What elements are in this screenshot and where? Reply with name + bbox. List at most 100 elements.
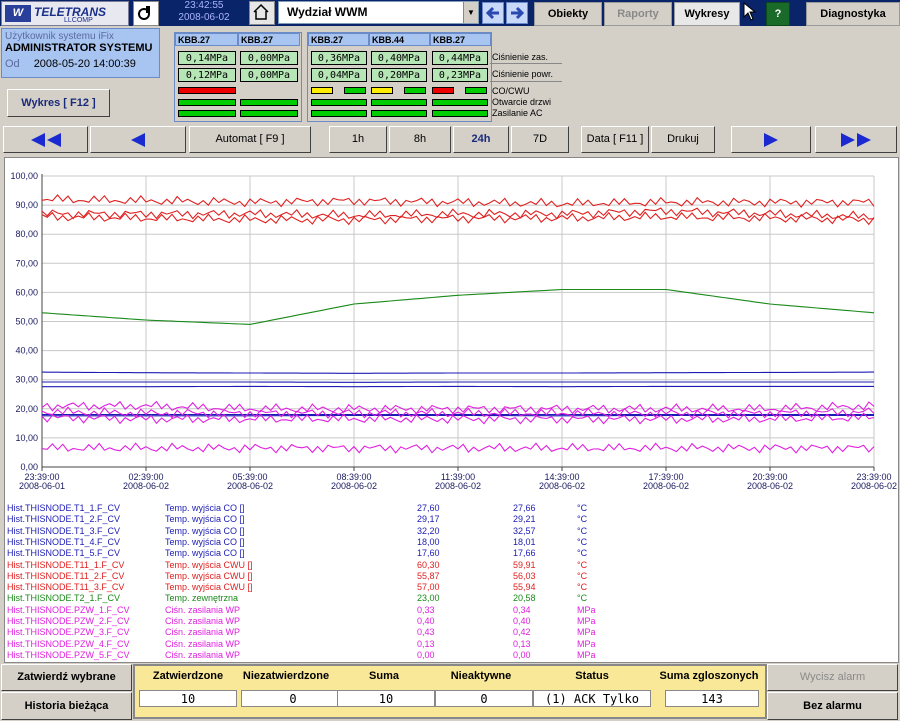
lock-button[interactable] bbox=[133, 1, 159, 26]
chart-button[interactable]: Wykres [ F12 ] bbox=[7, 89, 110, 117]
no-alarm-button[interactable]: Bez alarmu bbox=[767, 692, 898, 720]
supply-pressure-value: 0,40MPa bbox=[371, 51, 427, 65]
legend-tag: Hist.THISNODE.T11_3.F_CV bbox=[7, 582, 125, 593]
legend-value-1: 0,43 bbox=[417, 627, 435, 638]
legend-description: Ciśn. zasilania WP bbox=[165, 604, 241, 615]
user-name: ADMINISTRATOR SYSTEMU bbox=[5, 42, 153, 54]
chevron-down-icon: ▼ bbox=[463, 2, 478, 23]
trend-chart[interactable]: 0,00 10,00 20,00 30,00 40,00 50,00 60,00 70,00 8… bbox=[4, 157, 899, 499]
sum-count: 10 bbox=[337, 690, 435, 707]
legend-tag: Hist.THISNODE.PZW_4.F_CV bbox=[7, 638, 130, 649]
legend-value-2: 18,01 bbox=[513, 536, 536, 547]
x-tick-date: 2008-06-02 bbox=[435, 481, 481, 491]
row-label: Zasilanie AC bbox=[492, 108, 543, 118]
return-pressure-value: 0,12MPa bbox=[178, 68, 236, 82]
arrow-left-icon bbox=[131, 133, 145, 147]
since-label: Od bbox=[5, 58, 20, 70]
legend-description: Temp. wyjścia CO [] bbox=[165, 503, 245, 513]
trend-chart-svg: 0,00 10,00 20,00 30,00 40,00 50,00 60,00 70,00 8… bbox=[10, 171, 897, 491]
legend-value-1: 0,33 bbox=[417, 604, 435, 615]
kbb-name: KBB.27 bbox=[175, 33, 238, 46]
range-24h-button[interactable]: 24h bbox=[453, 126, 509, 153]
legend-description: Temp. wyjścia CWU [] bbox=[165, 570, 253, 581]
legend-description: Temp. wyjścia CWU [] bbox=[165, 559, 253, 570]
door-indicator bbox=[240, 99, 298, 106]
co-indicator bbox=[311, 87, 333, 94]
system-label: Użytkownik systemu iFix bbox=[5, 31, 114, 42]
silence-alarm-button[interactable]: Wycisz alarm bbox=[767, 664, 898, 691]
row-label: Otwarcie drzwi bbox=[492, 97, 552, 107]
area-select[interactable]: Wydział WWM ▼ bbox=[278, 1, 479, 24]
legend-value-1: 0,13 bbox=[417, 638, 435, 649]
menu-diagnostyka[interactable]: Diagnostyka bbox=[806, 2, 900, 26]
user-panel: Użytkownik systemu iFix ADMINISTRATOR SY… bbox=[1, 28, 160, 78]
range-8h-button[interactable]: 8h bbox=[389, 126, 451, 153]
legend-tag: Hist.THISNODE.T11_2.F_CV bbox=[7, 570, 125, 581]
legend-unit: °C bbox=[577, 582, 588, 593]
alarm-summary-panel: Zatwierdzone 10 Niezatwierdzone 0 Suma 1… bbox=[133, 664, 767, 719]
legend-value-2: 56,03 bbox=[513, 570, 536, 581]
arrow-left-icon bbox=[485, 6, 499, 20]
y-tick-label: 10,00 bbox=[15, 433, 38, 443]
legend-description: Ciśn. zasilania WP bbox=[165, 627, 241, 638]
current-history-button[interactable]: Historia bieżąca bbox=[1, 692, 132, 720]
confirm-selected-button[interactable]: Zatwierdź wybrane bbox=[1, 664, 132, 691]
menu-obiekty[interactable]: Obiekty bbox=[534, 2, 602, 26]
legend-value-1: 55,87 bbox=[417, 570, 440, 581]
col-label: Zatwierdzone bbox=[152, 670, 224, 682]
print-button[interactable]: Drukuj bbox=[651, 126, 715, 153]
nav-forward-button[interactable] bbox=[506, 2, 528, 24]
scroll-left-button[interactable] bbox=[90, 126, 186, 153]
ac-indicator bbox=[178, 110, 236, 117]
door-indicator bbox=[178, 99, 236, 106]
scroll-far-right-button[interactable] bbox=[815, 126, 897, 153]
legend-description: Ciśn. zasilania WP bbox=[165, 649, 241, 660]
scroll-far-left-button[interactable] bbox=[3, 126, 88, 153]
y-tick-label: 100,00 bbox=[10, 171, 38, 181]
scroll-right-button[interactable] bbox=[731, 126, 811, 153]
clock: 23:42:55 2008-06-02 bbox=[164, 0, 244, 26]
legend-tag: Hist.THISNODE.PZW_2.F_CV bbox=[7, 616, 130, 626]
help-button[interactable]: ? bbox=[766, 2, 790, 26]
nav-back-button[interactable] bbox=[482, 2, 504, 24]
home-button[interactable] bbox=[249, 1, 275, 25]
legend-description: Temp. wyjścia CO [] bbox=[165, 536, 245, 547]
x-tick-date: 2008-06-02 bbox=[851, 481, 897, 491]
legend-value-2: 20,58 bbox=[513, 593, 536, 604]
return-pressure-value: 0,23MPa bbox=[432, 68, 488, 82]
lock-icon bbox=[138, 6, 150, 20]
cwu-indicator bbox=[344, 87, 366, 94]
legend-value-1: 29,17 bbox=[417, 514, 440, 525]
automat-button[interactable]: Automat [ F9 ] bbox=[189, 126, 311, 153]
row-label: Ciśnienie powr. bbox=[492, 69, 554, 79]
col-label: Niezatwierdzone bbox=[242, 670, 330, 682]
date-button[interactable]: Data [ F11 ] bbox=[581, 126, 649, 153]
col-label: Nieaktywne bbox=[450, 670, 512, 682]
cwu-indicator bbox=[404, 87, 426, 94]
range-1h-button[interactable]: 1h bbox=[329, 126, 387, 153]
menu-raporty[interactable]: Raporty bbox=[604, 2, 672, 26]
kbb-group-1: KBB.27 KBB.27 0,14MPa 0,00MPa 0,12MPa 0,… bbox=[174, 32, 302, 122]
confirmed-count: 10 bbox=[139, 690, 237, 707]
legend-tag: Hist.THISNODE.T1_5.F_CV bbox=[7, 548, 121, 559]
y-tick-label: 0,00 bbox=[20, 462, 38, 472]
legend-value-1: 57,00 bbox=[417, 582, 440, 593]
range-7d-button[interactable]: 7D bbox=[511, 126, 569, 153]
area-select-value: Wydział WWM bbox=[287, 5, 368, 19]
legend-value-2: 17,66 bbox=[513, 548, 536, 559]
legend-unit: °C bbox=[577, 536, 588, 547]
legend-value-2: 0,00 bbox=[513, 649, 531, 660]
legend-tag: Hist.THISNODE.PZW_5.F_CV bbox=[7, 649, 130, 660]
logo-mark-icon: W bbox=[5, 5, 31, 22]
return-pressure-value: 0,00MPa bbox=[240, 68, 298, 82]
y-tick-label: 20,00 bbox=[15, 404, 38, 414]
legend-tag: Hist.THISNODE.T1_2.F_CV bbox=[7, 514, 121, 525]
legend-description: Temp. wyjścia CO [] bbox=[165, 525, 245, 536]
y-tick-label: 30,00 bbox=[15, 375, 38, 385]
supply-pressure-value: 0,00MPa bbox=[240, 51, 298, 65]
inactive-count: 0 bbox=[435, 690, 533, 707]
menu-wykresy[interactable]: Wykresy bbox=[674, 2, 740, 26]
return-pressure-value: 0,20MPa bbox=[371, 68, 427, 82]
legend-unit: °C bbox=[577, 514, 588, 525]
supply-pressure-value: 0,14MPa bbox=[178, 51, 236, 65]
